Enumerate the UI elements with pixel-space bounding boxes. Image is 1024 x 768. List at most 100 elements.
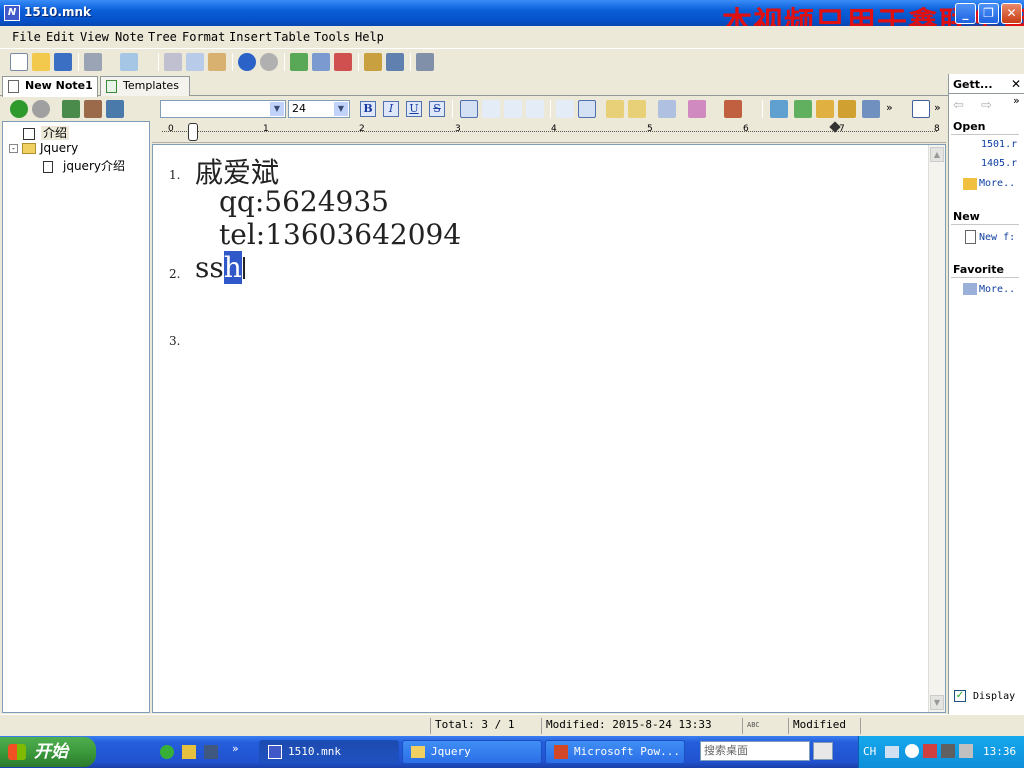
- align-center-icon[interactable]: [482, 100, 500, 118]
- minimize-button[interactable]: _: [955, 3, 976, 24]
- spellcheck-status-icon[interactable]: ABC: [742, 718, 786, 734]
- align-left-icon[interactable]: [460, 100, 478, 118]
- preview-icon[interactable]: [120, 53, 138, 71]
- cut-icon[interactable]: [164, 53, 182, 71]
- menu-edit[interactable]: Edit: [46, 30, 75, 44]
- more-icon[interactable]: »: [1013, 94, 1020, 107]
- menu-help[interactable]: Help: [355, 30, 384, 44]
- ruler[interactable]: 0 1 2 3 4 5 6 7 8: [152, 121, 946, 143]
- volume-icon[interactable]: [959, 744, 973, 758]
- chevron-down-icon[interactable]: ▼: [334, 102, 348, 116]
- task-jquery[interactable]: Jquery: [402, 740, 542, 764]
- arrow-icon[interactable]: [905, 744, 919, 758]
- note-editor[interactable]: 1. 戚爱斌 qq:5624935 tel:13603642094 2. ssh…: [152, 144, 946, 713]
- collapse-icon[interactable]: -: [9, 144, 18, 153]
- italic-button[interactable]: I: [383, 101, 399, 117]
- tree-item-intro[interactable]: 介绍: [23, 124, 70, 141]
- scroll-down-icon[interactable]: ▼: [930, 695, 944, 710]
- insert-image-icon[interactable]: [794, 100, 812, 118]
- delete-node-icon[interactable]: [84, 100, 102, 118]
- close-button[interactable]: ✕: [1001, 3, 1022, 24]
- strikethrough-button[interactable]: S: [429, 101, 445, 117]
- keyboard-icon[interactable]: [885, 746, 899, 758]
- menu-table[interactable]: Table: [274, 30, 310, 44]
- paste-icon[interactable]: [208, 53, 226, 71]
- menu-tree[interactable]: Tree: [148, 30, 177, 44]
- bullet-list-icon[interactable]: [556, 100, 574, 118]
- menu-tools[interactable]: Tools: [314, 30, 350, 44]
- task-1510-mnk[interactable]: 1510.mnk: [259, 740, 399, 764]
- more-icon[interactable]: »: [232, 742, 239, 755]
- restore-button[interactable]: ❐: [978, 3, 999, 24]
- print-icon[interactable]: [84, 53, 102, 71]
- add-node-icon[interactable]: [62, 100, 80, 118]
- clock[interactable]: 13:36: [983, 745, 1016, 758]
- save-icon[interactable]: [54, 53, 72, 71]
- underline-button[interactable]: U: [406, 101, 422, 117]
- insert-object-icon[interactable]: [816, 100, 834, 118]
- menu-note[interactable]: Note: [115, 30, 144, 44]
- vertical-scrollbar[interactable]: ▲ ▼: [928, 145, 945, 712]
- help-icon[interactable]: [182, 745, 196, 759]
- desktop-search-input[interactable]: 搜索桌面: [700, 741, 810, 761]
- more-icon[interactable]: »: [934, 101, 941, 114]
- chevron-down-icon[interactable]: ▼: [270, 102, 284, 116]
- open-more-link[interactable]: More..: [979, 178, 1015, 189]
- highlight-icon[interactable]: [688, 100, 706, 118]
- tree-item-jquery-intro[interactable]: jquery介绍: [43, 157, 125, 174]
- monitor-icon[interactable]: [941, 744, 955, 758]
- scroll-up-icon[interactable]: ▲: [930, 147, 944, 162]
- menu-file[interactable]: File: [12, 30, 41, 44]
- numbered-list-icon[interactable]: [578, 100, 596, 118]
- search-icon[interactable]: [813, 742, 833, 760]
- insert-link-icon[interactable]: [770, 100, 788, 118]
- table-icon[interactable]: [912, 100, 930, 118]
- tab-templates[interactable]: Templates: [100, 76, 190, 96]
- back-icon[interactable]: ⇦: [953, 98, 964, 113]
- tree-item-jquery[interactable]: - Jquery: [9, 141, 78, 155]
- redo-icon[interactable]: [260, 53, 278, 71]
- move-node-icon[interactable]: [106, 100, 124, 118]
- display-checkbox[interactable]: ✓: [954, 690, 966, 702]
- view-icon[interactable]: [386, 53, 404, 71]
- menu-format[interactable]: Format: [182, 30, 225, 44]
- undo-icon[interactable]: [238, 53, 256, 71]
- window-icon[interactable]: [416, 53, 434, 71]
- favorite-more-link[interactable]: More..: [979, 284, 1015, 295]
- list-item-text[interactable]: tel:13603642094: [219, 218, 461, 251]
- more-icon[interactable]: »: [886, 101, 893, 114]
- font-size-select[interactable]: 24 ▼: [288, 100, 350, 118]
- back-icon[interactable]: [10, 100, 28, 118]
- app-icon[interactable]: N: [4, 5, 20, 21]
- menu-insert[interactable]: Insert: [229, 30, 272, 44]
- close-icon[interactable]: ✕: [1011, 77, 1021, 91]
- recent-file-link[interactable]: 1405.r: [981, 158, 1017, 169]
- insert-line-icon[interactable]: [862, 100, 880, 118]
- quicklaunch-icon[interactable]: [160, 745, 174, 759]
- new-icon[interactable]: [10, 53, 28, 71]
- open-icon[interactable]: [32, 53, 50, 71]
- find-icon[interactable]: [364, 53, 382, 71]
- tool-icon[interactable]: [204, 745, 218, 759]
- add-note-icon[interactable]: [290, 53, 308, 71]
- selected-text[interactable]: h: [223, 251, 242, 284]
- justify-icon[interactable]: [526, 100, 544, 118]
- copy-icon[interactable]: [186, 53, 204, 71]
- indent-marker[interactable]: [188, 123, 198, 141]
- language-indicator[interactable]: CH: [863, 745, 876, 758]
- bold-button[interactable]: B: [360, 101, 376, 117]
- list-item-text[interactable]: ssh: [195, 251, 242, 284]
- recent-file-link[interactable]: 1501.r: [981, 139, 1017, 150]
- new-file-link[interactable]: New f:: [979, 232, 1015, 243]
- align-right-icon[interactable]: [504, 100, 522, 118]
- text-style-icon[interactable]: [658, 100, 676, 118]
- network-icon[interactable]: [923, 744, 937, 758]
- insert-file-icon[interactable]: [838, 100, 856, 118]
- indent-icon[interactable]: [606, 100, 624, 118]
- delete-note-icon[interactable]: [334, 53, 352, 71]
- task-powerpoint[interactable]: Microsoft Pow...: [545, 740, 685, 764]
- forward-icon[interactable]: [32, 100, 50, 118]
- font-name-select[interactable]: ▼: [160, 100, 286, 118]
- tab-new-note1[interactable]: New Note1: [2, 76, 98, 97]
- outdent-icon[interactable]: [628, 100, 646, 118]
